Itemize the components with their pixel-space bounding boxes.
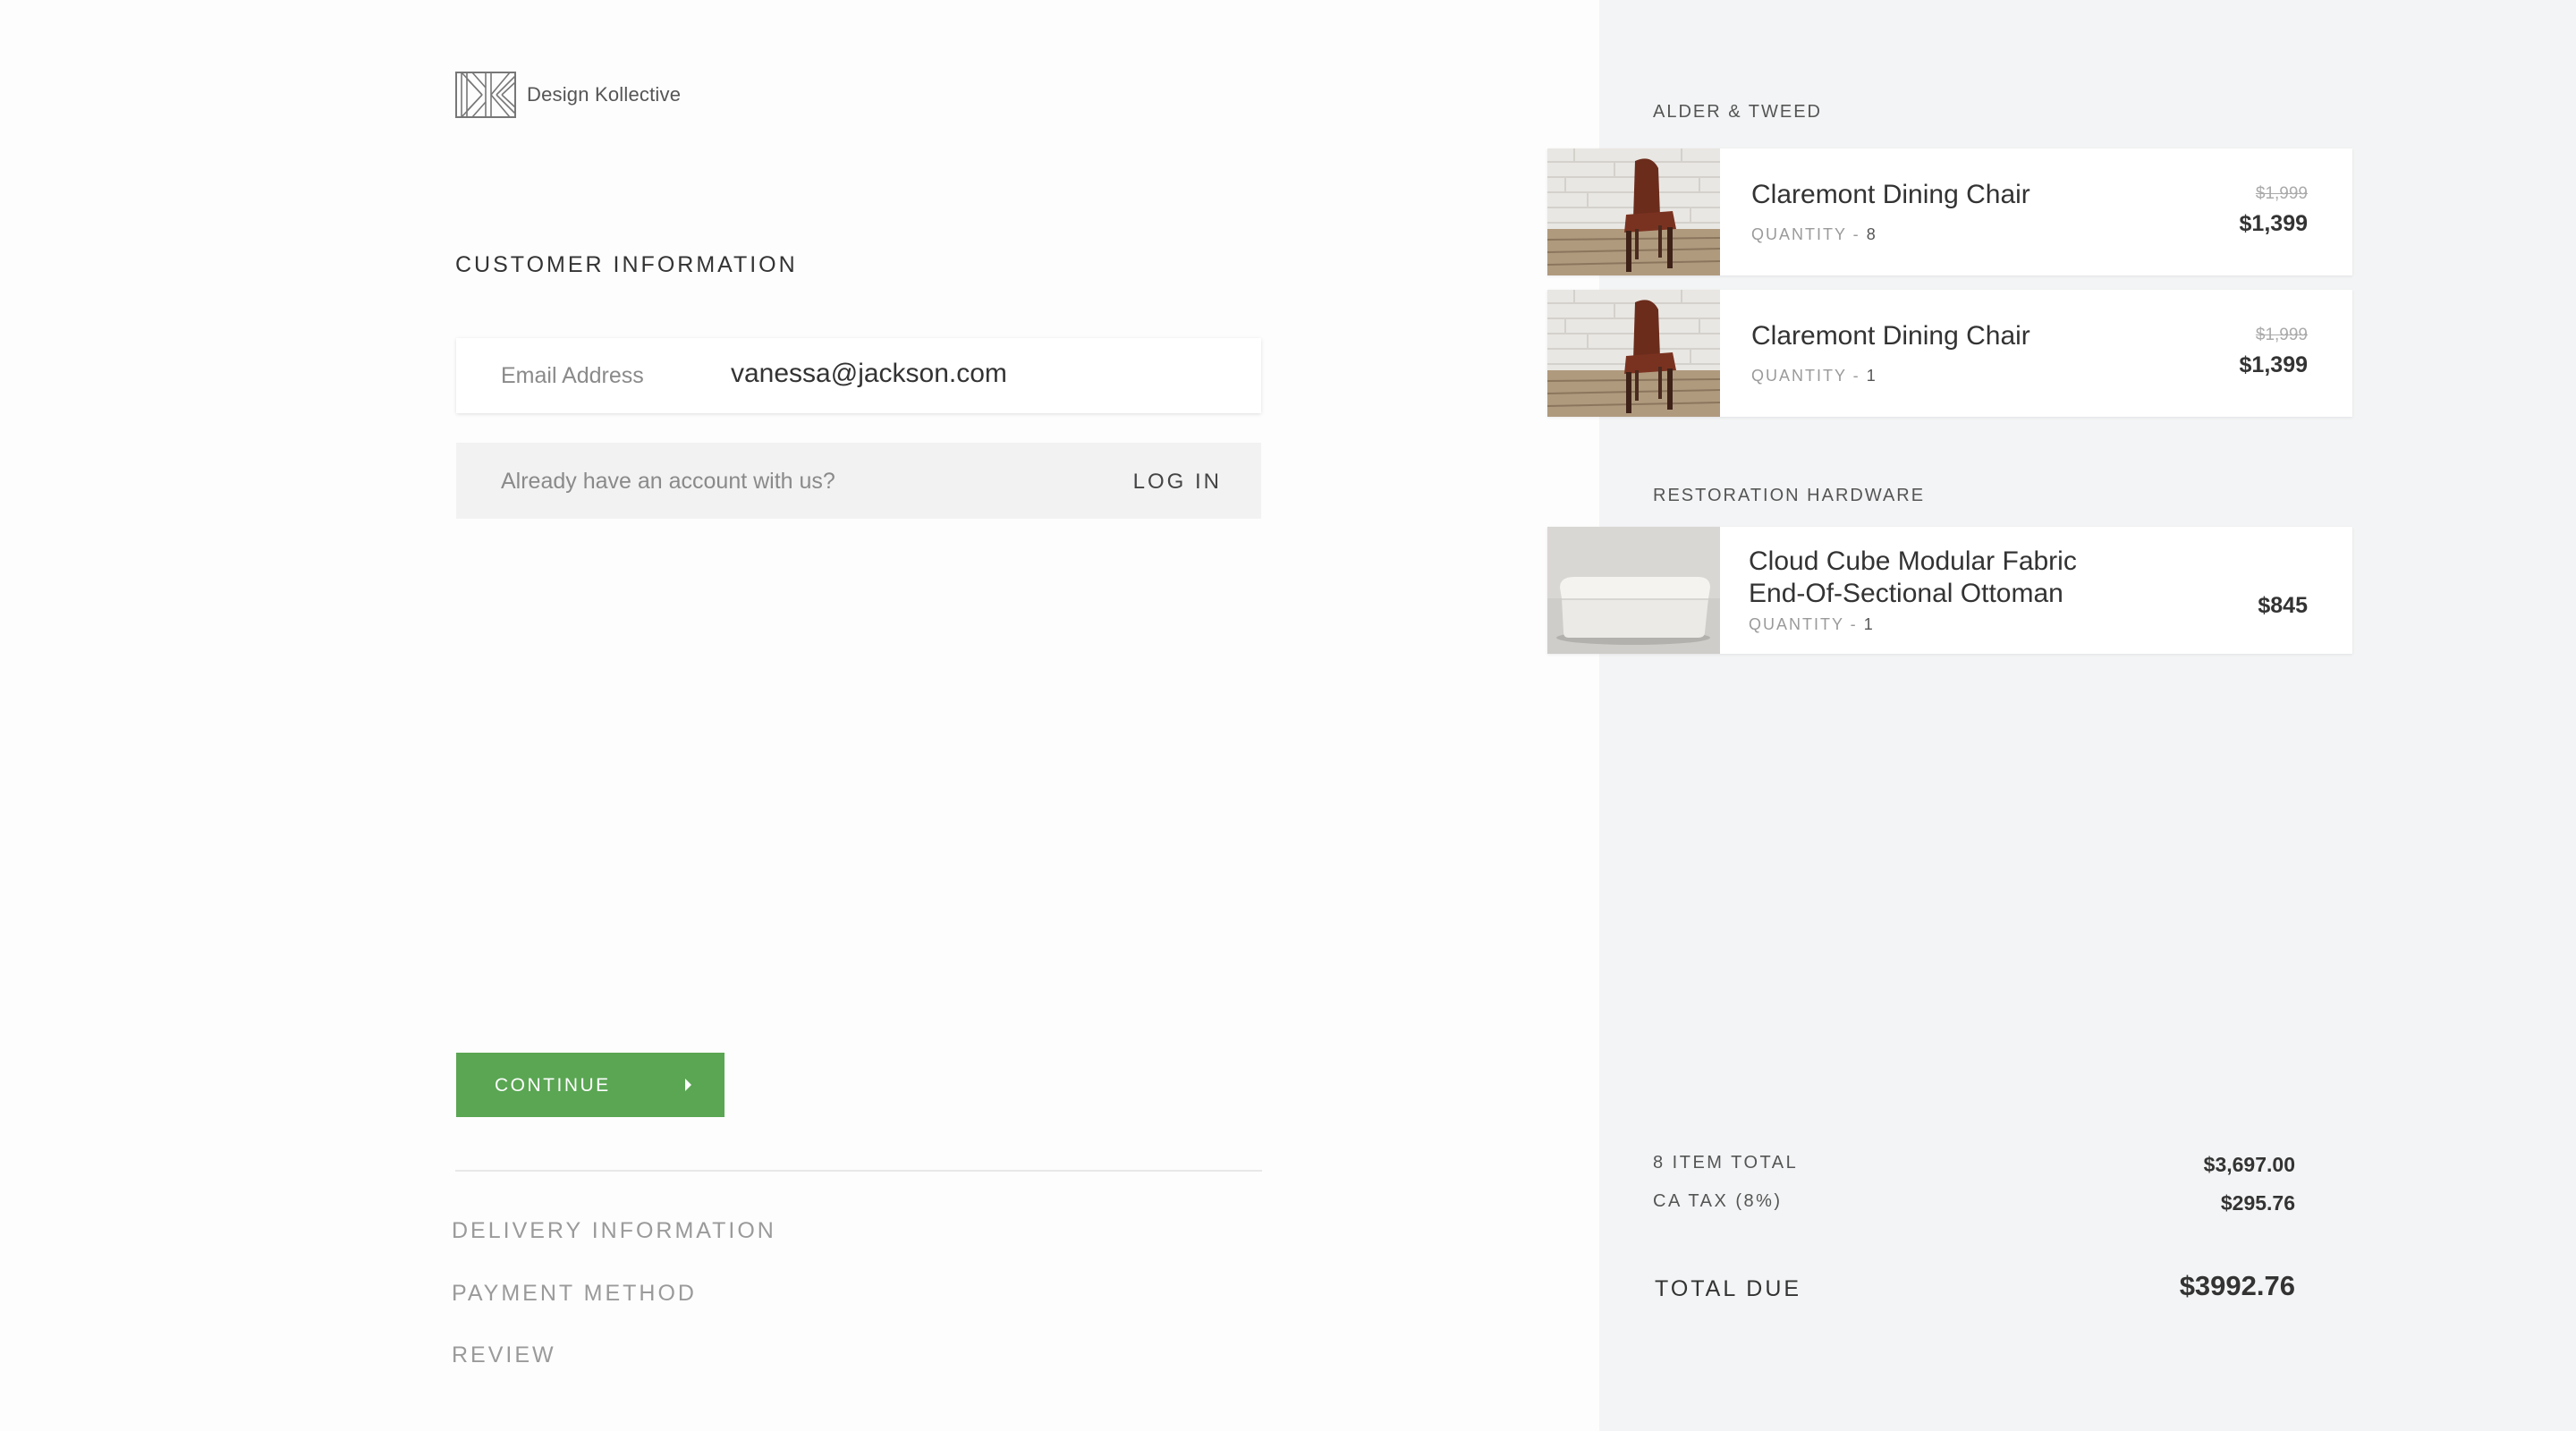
continue-label: CONTINUE [495,1075,611,1096]
tax-value: $295.76 [2220,1191,2295,1215]
email-label: Email Address [501,363,644,388]
dk-logo-icon [455,72,516,118]
email-field[interactable] [731,359,1232,389]
item-price: $1,399 [2239,352,2308,377]
quantity-value: 8 [1866,225,1877,243]
quantity-value: 1 [1866,367,1877,385]
divider [455,1170,1262,1172]
item-name[interactable]: Claremont Dining Chair [1751,180,2030,210]
vendor-heading: ALDER & TWEED [1653,102,1822,122]
tax-label: CA TAX (8%) [1653,1191,1783,1211]
caret-right-icon [685,1079,691,1091]
item-name-line-2: End-Of-Sectional Ottoman [1749,579,2063,608]
step-delivery-information[interactable]: DELIVERY INFORMATION [452,1218,776,1244]
login-link[interactable]: LOG IN [1133,470,1222,495]
quantity-label: QUANTITY - [1751,225,1867,243]
item-original-price: $1,999 [2255,184,2308,203]
email-field-container[interactable]: Email Address [456,338,1261,413]
brand-name: Design Kollective [527,83,682,106]
item-price: $845 [2258,593,2308,618]
cart-item[interactable]: Claremont Dining Chair QUANTITY - 1 $1,9… [1547,290,2352,417]
item-name-line-1: Cloud Cube Modular Fabric [1749,546,2077,576]
item-price: $1,399 [2239,211,2308,236]
vendor-heading: RESTORATION HARDWARE [1653,486,1926,505]
item-quantity: QUANTITY - 1 [1749,615,1875,634]
quantity-label: QUANTITY - [1749,615,1864,633]
account-prompt-box: Already have an account with us? LOG IN [456,443,1261,519]
brand[interactable]: Design Kollective [455,72,681,118]
account-prompt: Already have an account with us? [501,469,835,494]
item-quantity: QUANTITY - 8 [1751,225,1877,244]
checkout-form-panel: Design Kollective CUSTOMER INFORMATION E… [0,0,1599,1431]
item-total-value: $3,697.00 [2203,1153,2295,1176]
quantity-label: QUANTITY - [1751,367,1867,385]
leather-chair-thumbnail [1547,148,1720,275]
total-due-label: TOTAL DUE [1655,1276,1802,1301]
quantity-value: 1 [1863,615,1875,633]
step-review[interactable]: REVIEW [452,1342,556,1368]
white-ottoman-thumbnail [1547,527,1720,654]
item-quantity: QUANTITY - 1 [1751,367,1877,385]
cart-item[interactable]: Cloud Cube Modular Fabric End-Of-Sectiona… [1547,527,2352,654]
leather-chair-thumbnail [1547,290,1720,417]
item-name[interactable]: Cloud Cube Modular Fabric End-Of-Sectiona… [1749,546,2142,610]
item-total-label: 8 ITEM TOTAL [1653,1153,1799,1173]
cart-item[interactable]: Claremont Dining Chair QUANTITY - 8 $1,9… [1547,148,2352,275]
step-payment-method[interactable]: PAYMENT METHOD [452,1281,697,1307]
section-title: CUSTOMER INFORMATION [455,252,798,277]
continue-button[interactable]: CONTINUE [456,1053,724,1117]
total-due-value: $3992.76 [2179,1270,2295,1301]
item-name[interactable]: Claremont Dining Chair [1751,321,2030,351]
item-original-price: $1,999 [2255,326,2308,344]
